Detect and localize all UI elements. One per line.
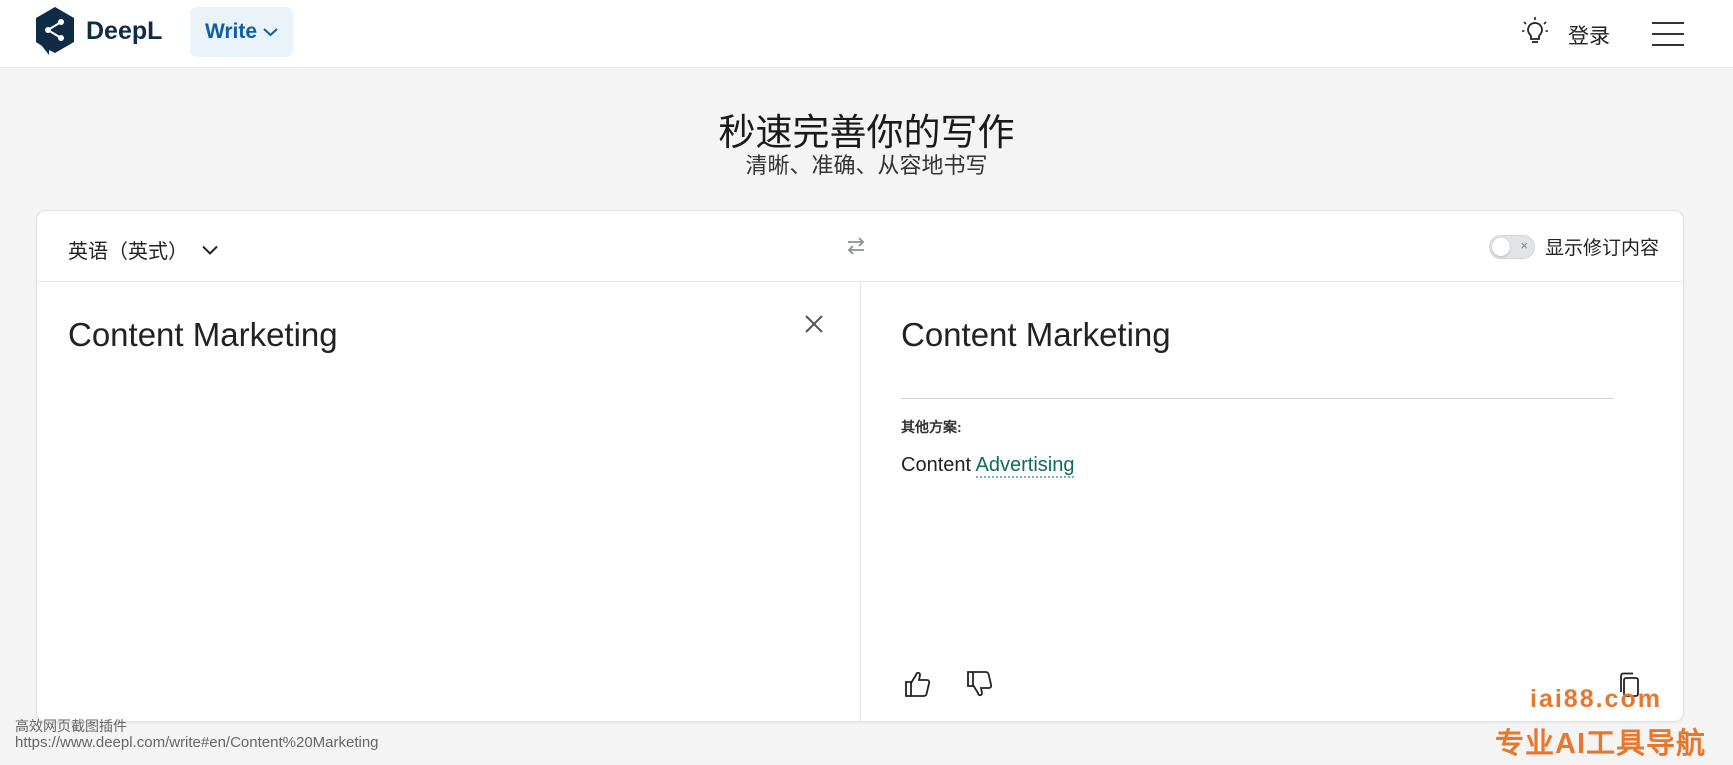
chevron-down-icon [202, 245, 218, 255]
write-label: Write [204, 20, 258, 43]
swap-arrows-icon[interactable] [845, 235, 867, 257]
login-link[interactable]: 登录 [1568, 20, 1610, 50]
show-changes-control: × 显示修订内容 [1488, 233, 1659, 260]
lightbulb-icon[interactable] [1521, 16, 1549, 46]
output-separator [901, 398, 1614, 399]
watermark-domain: iai88.com [1530, 685, 1662, 713]
editor-toolbar: 英语（英式） × 显示修订内容 [37, 211, 1683, 282]
language-label: 英语（英式） [68, 241, 188, 263]
page-url-caption: https://www.deepl.com/write#en/Content%2… [15, 734, 379, 751]
alternative-option[interactable]: Content Advertising [901, 454, 1075, 478]
deepl-logo[interactable]: DeepL [34, 6, 162, 56]
page-subtitle: 清晰、准确、从容地书写 [745, 153, 988, 178]
write-editor-card: 英语（英式） × 显示修订内容 Content Marketing Conten… [36, 210, 1684, 722]
top-navigation-bar: DeepL Write 登录 [0, 0, 1733, 68]
alternative-unchanged-text: Content [901, 454, 976, 476]
chevron-down-icon [263, 28, 278, 37]
improved-text-output[interactable]: Content Marketing [901, 316, 1171, 354]
thumbs-up-icon[interactable] [903, 669, 931, 699]
screenshot-plugin-caption: 高效网页截图插件 [15, 718, 127, 734]
show-changes-toggle[interactable]: × [1488, 234, 1535, 259]
watermark-tagline: 专业AI工具导航 [1495, 728, 1707, 760]
deepl-logo-icon [36, 7, 74, 55]
write-dropdown-button[interactable]: Write [190, 7, 293, 57]
show-changes-label: 显示修订内容 [1544, 238, 1659, 259]
alternative-changed-word[interactable]: Advertising [975, 454, 1075, 478]
toggle-knob [1491, 237, 1510, 256]
pane-divider [860, 282, 861, 721]
thumbs-down-icon[interactable] [965, 669, 993, 699]
brand-name: DeepL [86, 16, 163, 45]
language-selector[interactable]: 英语（英式） [68, 235, 218, 264]
close-icon[interactable] [804, 314, 824, 334]
toggle-off-icon: × [1520, 237, 1528, 253]
alternatives-label: 其他方案: [901, 419, 962, 435]
source-text-input[interactable]: Content Marketing [68, 316, 338, 354]
hamburger-menu-icon[interactable] [1652, 22, 1684, 46]
